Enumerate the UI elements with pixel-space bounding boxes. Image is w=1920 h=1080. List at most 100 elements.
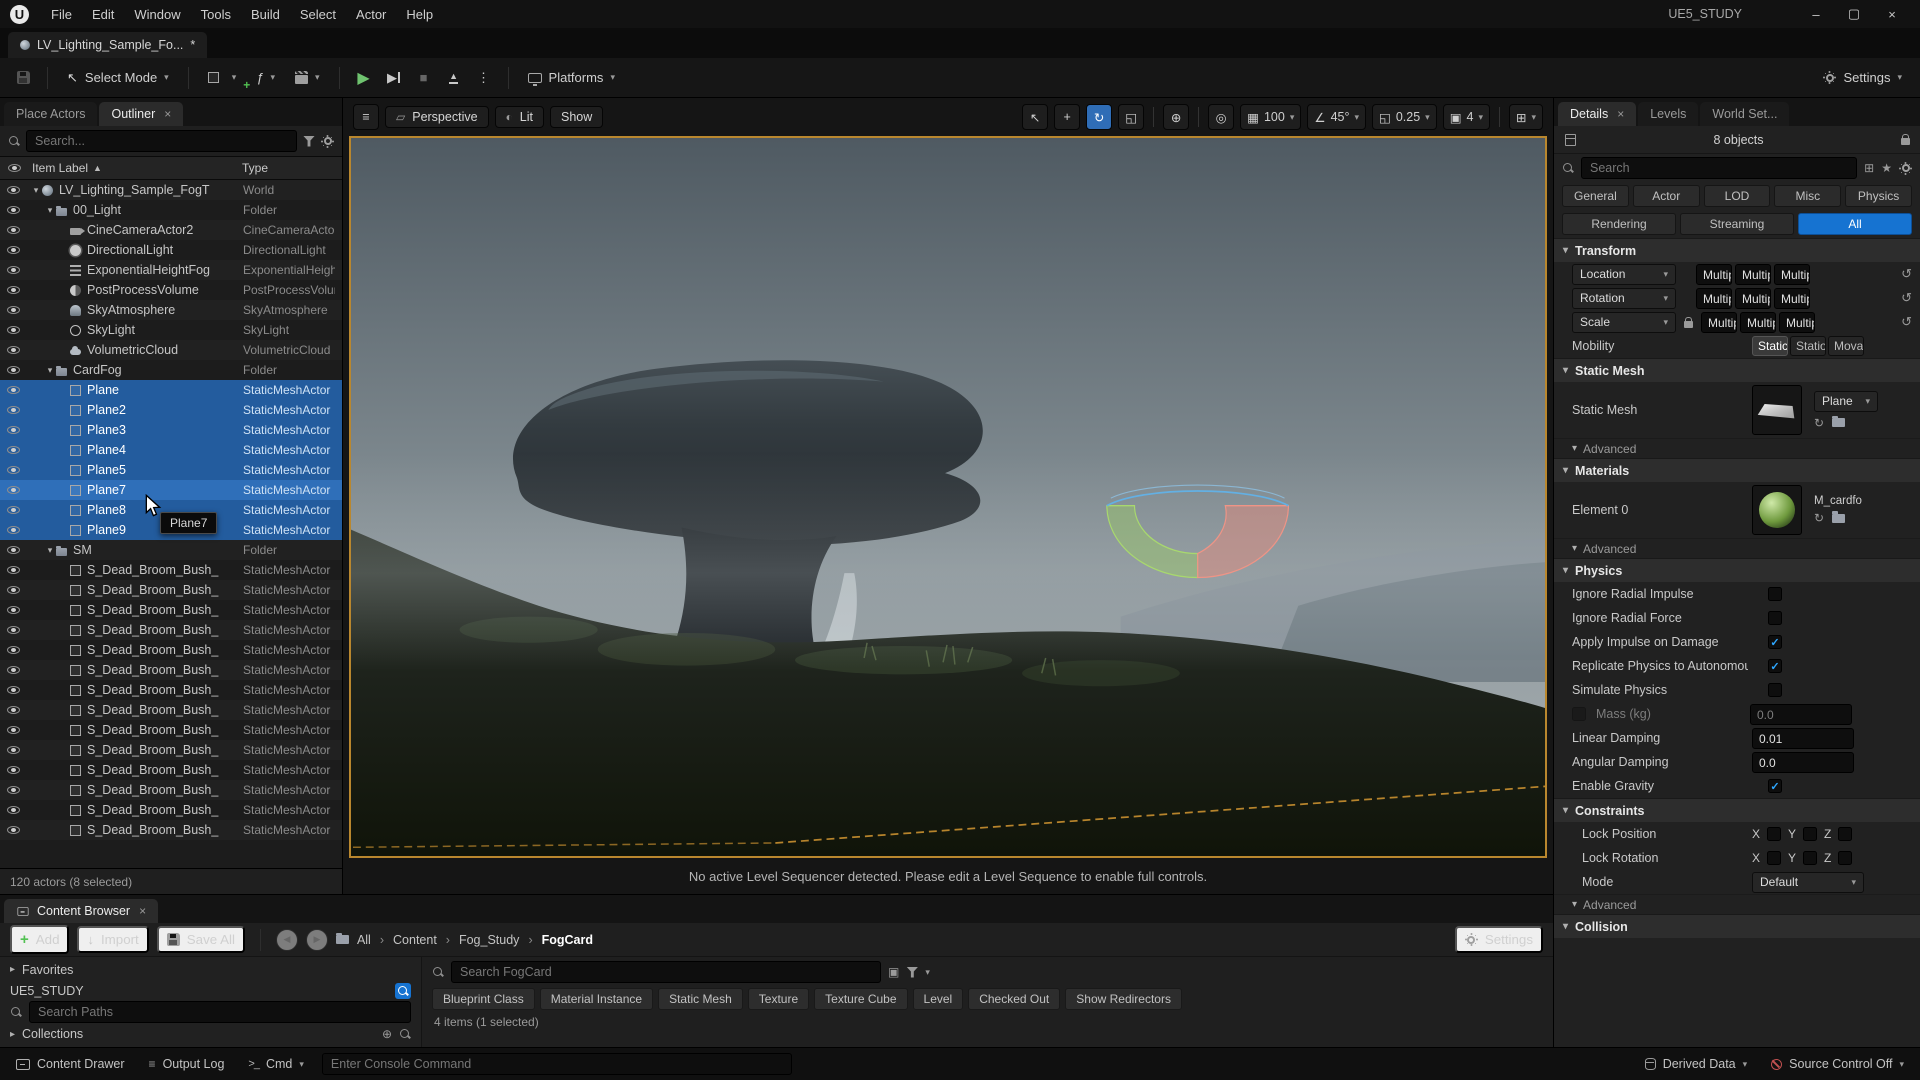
tab-place-actors[interactable]: Place Actors bbox=[4, 102, 97, 126]
filter-chip[interactable]: Static Mesh bbox=[658, 988, 743, 1010]
rotation-z-value[interactable]: Multiple Values bbox=[1774, 288, 1810, 309]
visibility-eye-icon[interactable] bbox=[7, 366, 20, 374]
asset-search-input[interactable] bbox=[451, 961, 881, 983]
filter-chip[interactable]: Material Instance bbox=[540, 988, 653, 1010]
outliner-row[interactable]: S_Dead_Broom_Bush_ StaticMeshActor bbox=[0, 780, 342, 800]
scale-y-value[interactable]: Multiple Values bbox=[1740, 312, 1776, 333]
save-all-button[interactable]: Save All bbox=[157, 926, 245, 953]
sort-ascending-icon[interactable]: ▲ bbox=[93, 163, 102, 173]
level-tab[interactable]: LV_Lighting_Sample_Fo... * bbox=[8, 32, 207, 58]
checkbox[interactable] bbox=[1768, 635, 1782, 649]
reset-location-icon[interactable]: ↺ bbox=[1901, 266, 1912, 282]
select-tool-button[interactable]: ↖ bbox=[1022, 104, 1048, 130]
world-space-toggle-button[interactable]: ⊕ bbox=[1163, 104, 1189, 130]
outliner-row[interactable]: S_Dead_Broom_Bush_ StaticMeshActor bbox=[0, 600, 342, 620]
browse-to-asset-icon[interactable] bbox=[1832, 418, 1845, 427]
tab-details[interactable]: Details × bbox=[1558, 102, 1636, 126]
scale-dropdown[interactable]: Scale ▾ bbox=[1572, 312, 1676, 333]
visibility-eye-icon[interactable] bbox=[7, 226, 20, 234]
cinematics-dropdown[interactable]: ▾ bbox=[287, 68, 328, 88]
outliner-row[interactable]: S_Dead_Broom_Bush_ StaticMeshActor bbox=[0, 800, 342, 820]
filter-chip[interactable]: Show Redirectors bbox=[1065, 988, 1182, 1010]
checkbox[interactable] bbox=[1768, 611, 1782, 625]
outliner-row[interactable]: S_Dead_Broom_Bush_ StaticMeshActor bbox=[0, 740, 342, 760]
section-constraints[interactable]: ▾ Constraints bbox=[1554, 798, 1920, 822]
unreal-logo-icon[interactable]: U bbox=[10, 5, 29, 24]
expander-arrow-icon[interactable] bbox=[30, 185, 42, 196]
visibility-eye-icon[interactable] bbox=[7, 826, 20, 834]
details-filter-chip[interactable]: LOD bbox=[1704, 185, 1771, 207]
outliner-row[interactable]: S_Dead_Broom_Bush_ StaticMeshActor bbox=[0, 760, 342, 780]
expander-arrow-icon[interactable]: ▸ bbox=[10, 1029, 15, 1040]
visibility-eye-icon[interactable] bbox=[7, 706, 20, 714]
frame-skip-button[interactable]: ▶ bbox=[381, 65, 407, 91]
surface-snap-button[interactable]: ◎ bbox=[1208, 104, 1234, 130]
material-thumbnail[interactable] bbox=[1752, 485, 1802, 535]
outliner-row[interactable]: S_Dead_Broom_Bush_ StaticMeshActor bbox=[0, 720, 342, 740]
viewport-layout-button[interactable]: ⊞ ▾ bbox=[1509, 104, 1543, 130]
rotate-tool-button[interactable]: ↻ bbox=[1086, 104, 1112, 130]
advanced-expander[interactable]: ▾ Advanced bbox=[1554, 438, 1920, 458]
outliner-row[interactable]: Plane7 StaticMeshActor bbox=[0, 480, 342, 500]
lock-position-z-checkbox[interactable] bbox=[1838, 827, 1852, 841]
visibility-eye-icon[interactable] bbox=[7, 326, 20, 334]
menu-item[interactable]: Build bbox=[241, 4, 290, 25]
visibility-eye-icon[interactable] bbox=[7, 666, 20, 674]
visibility-eye-icon[interactable] bbox=[7, 646, 20, 654]
checkbox[interactable] bbox=[1768, 683, 1782, 697]
visibility-eye-icon[interactable] bbox=[7, 286, 20, 294]
select-mode-dropdown[interactable]: ↖ Select Mode ▾ bbox=[59, 66, 177, 90]
visibility-eye-icon[interactable] bbox=[7, 766, 20, 774]
visibility-eye-icon[interactable] bbox=[7, 606, 20, 614]
save-search-icon[interactable]: ▣ bbox=[888, 965, 899, 979]
output-log-button[interactable]: ≡ Output Log bbox=[143, 1054, 231, 1074]
menu-item[interactable]: Actor bbox=[346, 4, 396, 25]
rotation-y-value[interactable]: Multiple Values bbox=[1735, 288, 1771, 309]
lock-position-x-checkbox[interactable] bbox=[1767, 827, 1781, 841]
visibility-eye-icon[interactable] bbox=[7, 806, 20, 814]
close-icon[interactable]: × bbox=[164, 107, 171, 121]
minimize-button[interactable]: – bbox=[1798, 7, 1834, 22]
scale-snap-button[interactable]: ◱ 0.25 ▾ bbox=[1372, 104, 1437, 130]
details-filter-chip[interactable]: All bbox=[1798, 213, 1912, 235]
visibility-eye-icon[interactable] bbox=[7, 506, 20, 514]
details-filter-chip[interactable]: Streaming bbox=[1680, 213, 1794, 235]
menu-item[interactable]: File bbox=[41, 4, 82, 25]
move-tool-button[interactable]: + bbox=[1054, 104, 1080, 130]
visibility-eye-icon[interactable] bbox=[7, 586, 20, 594]
visibility-eye-icon[interactable] bbox=[7, 626, 20, 634]
camera-speed-button[interactable]: ▣ 4 ▾ bbox=[1443, 104, 1490, 130]
details-filter-chip[interactable]: Actor bbox=[1633, 185, 1700, 207]
scale-lock-icon[interactable] bbox=[1684, 321, 1693, 328]
menu-item[interactable]: Edit bbox=[82, 4, 124, 25]
platforms-dropdown[interactable]: Platforms ▾ bbox=[520, 66, 623, 89]
rotation-dropdown[interactable]: Rotation ▾ bbox=[1572, 288, 1676, 309]
breadcrumb-item[interactable]: All bbox=[357, 933, 371, 947]
add-collection-icon[interactable]: ⊕ bbox=[382, 1027, 392, 1041]
settings-dropdown[interactable]: Settings ▾ bbox=[1815, 66, 1910, 89]
breadcrumb-item[interactable]: Fog_Study bbox=[437, 933, 520, 947]
paths-search-input[interactable] bbox=[29, 1001, 411, 1023]
outliner-row[interactable]: SkyAtmosphere SkyAtmosphere bbox=[0, 300, 342, 320]
visibility-eye-icon[interactable] bbox=[7, 386, 20, 394]
derived-data-button[interactable]: Derived Data ▾ bbox=[1639, 1054, 1753, 1074]
visibility-eye-icon[interactable] bbox=[7, 346, 20, 354]
lock-position-y-checkbox[interactable] bbox=[1803, 827, 1817, 841]
close-icon[interactable]: × bbox=[1617, 107, 1624, 121]
maximize-button[interactable]: ▢ bbox=[1836, 6, 1872, 22]
section-collision[interactable]: ▾ Collision bbox=[1554, 914, 1920, 938]
checkbox[interactable] bbox=[1768, 779, 1782, 793]
details-search-input[interactable] bbox=[1581, 157, 1857, 179]
import-button[interactable]: ↓ Import bbox=[77, 926, 148, 953]
details-filter-chip[interactable]: Physics bbox=[1845, 185, 1912, 207]
viewport-options-menu-button[interactable]: ≡ bbox=[353, 104, 379, 130]
material-name[interactable]: M_cardfo bbox=[1814, 495, 1862, 507]
visibility-eye-icon[interactable] bbox=[7, 406, 20, 414]
expander-arrow-icon[interactable] bbox=[44, 205, 56, 216]
show-flags-dropdown[interactable]: Show bbox=[550, 106, 603, 128]
cb-settings-button[interactable]: Settings bbox=[1455, 926, 1543, 953]
visibility-eye-icon[interactable] bbox=[7, 726, 20, 734]
outliner-row[interactable]: S_Dead_Broom_Bush_ StaticMeshActor bbox=[0, 820, 342, 840]
forward-button[interactable]: ▶ bbox=[306, 929, 328, 951]
collections-row[interactable]: ▸ Collections ⊕ bbox=[10, 1025, 411, 1043]
